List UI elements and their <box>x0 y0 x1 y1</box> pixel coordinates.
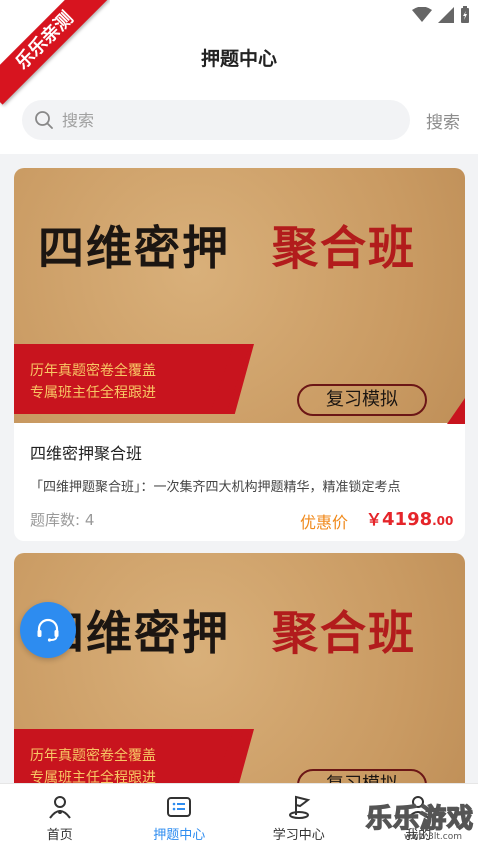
banner-line: 专属班主任全程跟进 <box>30 385 156 401</box>
search-icon <box>35 111 53 129</box>
tab-label: 押题中心 <box>153 828 206 843</box>
course-banner[interactable]: 四维密押 聚合班 历年真题密卷全覆盖 专属班主任全程跟进 复习模拟 <box>14 553 465 808</box>
banner-corner-stripe <box>447 398 465 424</box>
banner-title-highlight: 聚合班 <box>272 606 416 660</box>
home-icon <box>48 796 71 819</box>
corner-ribbon: 乐乐亲测 <box>0 0 110 110</box>
course-card[interactable]: 四维密押 聚合班 历年真题密卷全覆盖 专属班主任全程跟进 复习模拟 四维密押聚合… <box>14 168 465 541</box>
course-title: 四维密押聚合班 <box>30 444 143 463</box>
banner-title: 四维密押 <box>38 221 230 275</box>
search-button[interactable]: 搜索 <box>426 108 460 133</box>
price-decimal: .00 <box>432 514 454 528</box>
question-bank-count: 题库数: 4 <box>30 511 95 529</box>
ribbon-text: 乐乐亲测 <box>0 0 109 105</box>
study-flag-icon <box>288 795 311 819</box>
currency-symbol: ￥ <box>366 510 383 529</box>
course-description: 「四维押题聚合班」：一次集齐四大机构押题精华，精准锁定考点 <box>30 480 401 495</box>
discount-price-label: 优惠价 <box>300 513 349 532</box>
watermark-url: www.3lt.com <box>404 832 462 842</box>
review-simulate-button[interactable]: 复习模拟 <box>297 384 427 416</box>
wifi-icon <box>412 7 432 22</box>
tab-label: 学习中心 <box>272 828 325 843</box>
search-input[interactable] <box>62 110 362 130</box>
banner-line: 历年真题密卷全覆盖 <box>30 363 156 379</box>
tab-exam-center[interactable]: 押题中心 <box>120 784 240 849</box>
banner-line: 历年真题密卷全覆盖 <box>30 748 156 764</box>
headset-icon <box>37 618 59 642</box>
tab-home[interactable]: 首页 <box>0 784 120 849</box>
banner-title-highlight: 聚合班 <box>272 221 416 275</box>
course-banner[interactable]: 四维密押 聚合班 历年真题密卷全覆盖 专属班主任全程跟进 复习模拟 <box>14 168 465 424</box>
course-price: ￥4198.00 <box>366 506 453 530</box>
battery-icon <box>461 6 469 23</box>
watermark-logo: 乐乐游戏 <box>365 803 474 835</box>
tab-study-center[interactable]: 学习中心 <box>239 784 359 849</box>
price-integer: 4198 <box>382 509 433 530</box>
tab-label: 首页 <box>46 828 73 843</box>
customer-service-button[interactable] <box>20 602 76 658</box>
signal-icon <box>438 7 454 23</box>
list-icon <box>167 797 192 817</box>
